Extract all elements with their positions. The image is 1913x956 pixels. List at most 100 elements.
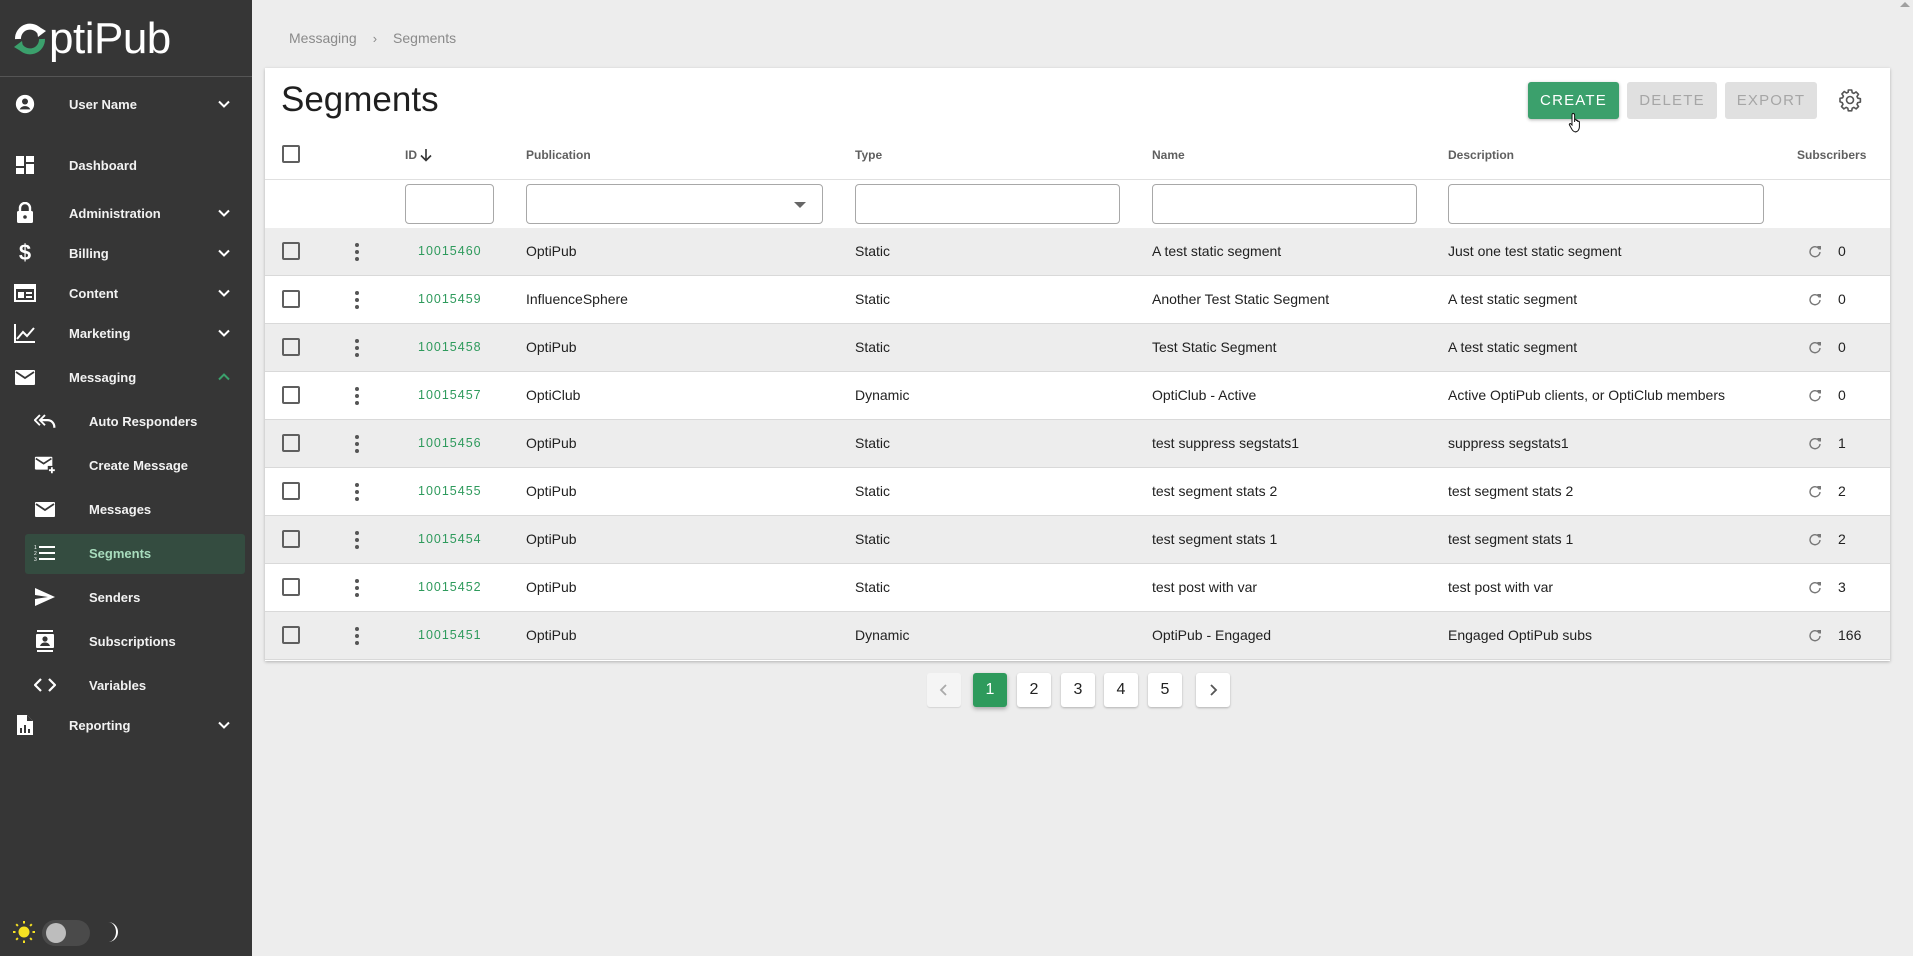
refresh-count-icon[interactable] (1808, 532, 1822, 546)
row-checkbox[interactable] (282, 242, 300, 260)
row-checkbox[interactable] (282, 434, 300, 452)
segment-id-link[interactable]: 10015459 (418, 292, 482, 306)
sidebar-item-variables[interactable]: Variables (0, 667, 252, 703)
id-filter-input[interactable] (405, 184, 494, 224)
segment-id-link[interactable]: 10015454 (418, 532, 482, 546)
column-header-name[interactable]: Name (1152, 148, 1185, 162)
pagination-page-3[interactable]: 3 (1061, 673, 1095, 707)
refresh-count-icon[interactable] (1808, 580, 1822, 594)
page-scrollbar[interactable] (1896, 0, 1913, 956)
row-actions-menu-icon[interactable] (353, 625, 361, 647)
sidebar-item-senders[interactable]: Senders (0, 579, 252, 615)
row-actions-menu-icon[interactable] (353, 577, 361, 599)
row-checkbox[interactable] (282, 626, 300, 644)
column-header-description[interactable]: Description (1448, 148, 1514, 162)
chevron-right-icon (1210, 684, 1218, 696)
type-filter-input[interactable] (855, 184, 1120, 224)
row-checkbox[interactable] (282, 290, 300, 308)
refresh-count-icon[interactable] (1808, 436, 1822, 450)
refresh-count-icon[interactable] (1808, 340, 1822, 354)
description-cell: A test static segment (1448, 291, 1578, 307)
name-filter-input[interactable] (1152, 184, 1417, 224)
theme-switch[interactable] (42, 920, 90, 946)
segment-id-link[interactable]: 10015451 (418, 628, 482, 642)
select-all-checkbox[interactable] (282, 145, 300, 163)
sidebar-item-auto-responders[interactable]: Auto Responders (0, 403, 252, 439)
type-cell: Static (855, 339, 891, 355)
row-actions-menu-icon[interactable] (353, 337, 361, 359)
scroll-up-arrow-icon[interactable] (1900, 2, 1910, 7)
chevron-down-icon (218, 209, 230, 217)
table-row[interactable]: 10015451 OptiPub Dynamic OptiPub - Engaged E… (265, 612, 1890, 660)
segment-id-link[interactable]: 10015455 (418, 484, 482, 498)
svg-text:3: 3 (34, 557, 37, 562)
table-row[interactable]: 10015457 OptiClub Dynamic OptiClub - Active… (265, 372, 1890, 420)
name-cell: Another Test Static Segment (1152, 291, 1330, 307)
sidebar-item-administration[interactable]: Administration (0, 195, 252, 231)
row-actions-menu-icon[interactable] (353, 289, 361, 311)
row-actions-menu-icon[interactable] (353, 481, 361, 503)
row-checkbox[interactable] (282, 338, 300, 356)
table-row[interactable]: 10015459 InfluenceSphere Static Another Tes… (265, 276, 1890, 324)
create-button[interactable]: CREATE (1528, 82, 1619, 119)
logo[interactable]: ptiPub (12, 14, 171, 64)
publication-cell: InfluenceSphere (526, 291, 628, 307)
sidebar-item-dashboard[interactable]: Dashboard (0, 147, 252, 183)
sidebar-item-label: Auto Responders (89, 413, 198, 429)
row-actions-menu-icon[interactable] (353, 385, 361, 407)
row-checkbox[interactable] (282, 530, 300, 548)
sidebar-item-segments[interactable]: 123 Segments (0, 534, 252, 574)
sidebar-item-reporting[interactable]: Reporting (0, 707, 252, 743)
table-row[interactable]: 10015454 OptiPub Static test segment stats … (265, 516, 1890, 564)
column-header-type[interactable]: Type (855, 148, 882, 162)
column-header-id[interactable]: ID (405, 148, 433, 162)
chevron-down-icon (218, 721, 230, 729)
column-header-subscribers[interactable]: Subscribers (1797, 148, 1866, 162)
segment-id-link[interactable]: 10015457 (418, 388, 482, 402)
delete-button[interactable]: DELETE (1627, 82, 1717, 119)
row-checkbox[interactable] (282, 578, 300, 596)
refresh-count-icon[interactable] (1808, 292, 1822, 306)
row-actions-menu-icon[interactable] (353, 241, 361, 263)
name-cell: OptiPub - Engaged (1152, 627, 1272, 643)
segment-id-link[interactable]: 10015460 (418, 244, 482, 258)
sidebar-item-messages[interactable]: Messages (0, 491, 252, 527)
sidebar-item-marketing[interactable]: Marketing (0, 315, 252, 351)
pagination-prev-button[interactable] (927, 673, 961, 707)
user-menu[interactable]: User Name (0, 86, 252, 122)
sidebar-item-create-message[interactable]: Create Message (0, 447, 252, 483)
description-filter-input[interactable] (1448, 184, 1764, 224)
pagination-page-4[interactable]: 4 (1104, 673, 1138, 707)
sidebar-item-messaging[interactable]: Messaging (0, 359, 252, 395)
refresh-count-icon[interactable] (1808, 244, 1822, 258)
refresh-count-icon[interactable] (1808, 388, 1822, 402)
segment-id-link[interactable]: 10015452 (418, 580, 482, 594)
table-row[interactable]: 10015460 OptiPub Static A test static segme… (265, 228, 1890, 276)
pagination-page-1[interactable]: 1 (973, 673, 1007, 707)
settings-gear-icon[interactable] (1838, 88, 1862, 112)
row-actions-menu-icon[interactable] (353, 529, 361, 551)
column-header-publication[interactable]: Publication (526, 148, 591, 162)
pagination-next-button[interactable] (1196, 673, 1230, 707)
row-checkbox[interactable] (282, 482, 300, 500)
table-row[interactable]: 10015458 OptiPub Static Test Static Segment… (265, 324, 1890, 372)
table-row[interactable]: 10015456 OptiPub Static test suppress segst… (265, 420, 1890, 468)
pagination-page-5[interactable]: 5 (1148, 673, 1182, 707)
row-checkbox[interactable] (282, 386, 300, 404)
pagination-page-2[interactable]: 2 (1017, 673, 1051, 707)
publication-filter-select[interactable] (526, 184, 823, 224)
chevron-down-icon (218, 249, 230, 257)
table-row[interactable]: 10015455 OptiPub Static test segment stats … (265, 468, 1890, 516)
segment-id-link[interactable]: 10015456 (418, 436, 482, 450)
table-row[interactable]: 10015452 OptiPub Static test post with var t… (265, 564, 1890, 612)
sidebar-item-subscriptions[interactable]: Subscriptions (0, 623, 252, 659)
breadcrumb-messaging[interactable]: Messaging (289, 30, 357, 46)
export-button[interactable]: EXPORT (1725, 82, 1817, 119)
refresh-count-icon[interactable] (1808, 628, 1822, 642)
filter-row (265, 180, 1890, 228)
row-actions-menu-icon[interactable] (353, 433, 361, 455)
sidebar-item-billing[interactable]: $ Billing (0, 235, 252, 271)
refresh-count-icon[interactable] (1808, 484, 1822, 498)
segment-id-link[interactable]: 10015458 (418, 340, 482, 354)
sidebar-item-content[interactable]: Content (0, 275, 252, 311)
